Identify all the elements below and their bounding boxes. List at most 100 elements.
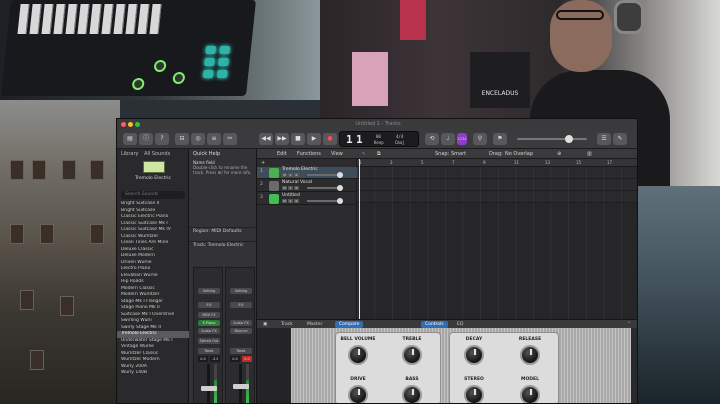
- quick-help-button[interactable]: ?: [155, 133, 169, 145]
- bell-volume-knob[interactable]: [348, 345, 368, 365]
- release-knob[interactable]: [520, 345, 540, 365]
- view-menu[interactable]: View: [331, 151, 343, 157]
- track-section[interactable]: Track: Tremolo Electric: [189, 241, 257, 249]
- poster: [352, 52, 388, 106]
- plugin-sidebar: [257, 328, 291, 403]
- region-section[interactable]: Region: MIDI Defaults: [189, 227, 257, 235]
- mute-button[interactable]: M: [282, 173, 287, 177]
- strip1-eq-button[interactable]: EQ: [198, 302, 220, 308]
- strip2-audio-fx-slot[interactable]: Audio FX: [230, 320, 252, 326]
- solo-button[interactable]: S: [288, 186, 293, 190]
- add-track-button[interactable]: +: [261, 160, 265, 166]
- notepad-button[interactable]: ✎: [613, 133, 627, 145]
- bar-ruler[interactable]: 135791113151719: [357, 159, 637, 167]
- master-volume-slider[interactable]: [517, 138, 587, 140]
- arrange-grid[interactable]: [357, 167, 637, 319]
- library-scope-selector[interactable]: All Sounds: [144, 151, 170, 157]
- model-knob[interactable]: [520, 385, 540, 403]
- track-header[interactable]: 2 Natural Vocal M S R: [257, 180, 357, 192]
- library-button[interactable]: ▤: [123, 133, 137, 145]
- strip1-fader[interactable]: [201, 386, 217, 391]
- pointer-tool-icon[interactable]: ↖: [362, 151, 366, 157]
- record-button[interactable]: ●: [323, 133, 337, 145]
- mute-button[interactable]: M: [282, 199, 287, 203]
- cycle-button[interactable]: ⟲: [425, 133, 439, 145]
- track-name[interactable]: Untitled: [282, 193, 300, 198]
- smart-controls-button[interactable]: ◎: [191, 133, 205, 145]
- play-button[interactable]: ▶: [307, 133, 321, 145]
- synth-key: [77, 4, 90, 34]
- track-name[interactable]: Natural Vocal: [282, 180, 312, 185]
- lcd-beat: 1: [356, 133, 363, 146]
- toolbar-toggle-button[interactable]: ⊟: [175, 133, 189, 145]
- track-header[interactable]: 1 Tremolo Electric M S R: [257, 167, 357, 179]
- master-tab[interactable]: Master: [303, 321, 326, 328]
- track-volume-knob[interactable]: [337, 172, 343, 178]
- strip2-eq-button[interactable]: EQ: [230, 302, 252, 308]
- decay-knob[interactable]: [464, 345, 484, 365]
- synth-key: [65, 4, 78, 34]
- zoom-window-button[interactable]: [135, 122, 140, 127]
- inspector-button[interactable]: ⓘ: [139, 133, 153, 145]
- snap-selector[interactable]: Smart: [451, 151, 466, 157]
- strip2-automation-mode[interactable]: Read: [230, 348, 252, 354]
- record-enable-button[interactable]: R: [294, 199, 299, 203]
- controls-tab[interactable]: Controls: [421, 321, 448, 328]
- mixer-button[interactable]: ≡: [207, 133, 221, 145]
- compare-button[interactable]: Compare: [335, 321, 364, 328]
- track-volume-knob[interactable]: [337, 185, 343, 191]
- record-enable-button[interactable]: R: [294, 173, 299, 177]
- strip1-audio-fx-slot[interactable]: Audio FX: [198, 328, 220, 334]
- strip2-fader[interactable]: [233, 384, 249, 389]
- tuner-button[interactable]: ♩: [441, 133, 455, 145]
- library-header: Library All Sounds: [117, 149, 189, 159]
- key-command-badge[interactable]: 1234: [457, 133, 467, 145]
- bass-knob[interactable]: [402, 385, 422, 403]
- enceladus-poster: ENCELADUS: [470, 52, 530, 108]
- strip2-bounce-button[interactable]: Bounce: [230, 328, 252, 334]
- treble-knob[interactable]: [402, 345, 422, 365]
- catch-playhead-icon[interactable]: ⧉: [377, 151, 381, 157]
- waveform-zoom-icon[interactable]: ▥: [587, 151, 592, 157]
- solo-button[interactable]: S: [288, 173, 293, 177]
- lcd-tempo-sub: Keep: [374, 140, 384, 145]
- editors-button[interactable]: ✂: [223, 133, 237, 145]
- library-search-input[interactable]: Search Sounds: [121, 191, 185, 199]
- drag-selector[interactable]: No Overlap: [505, 151, 533, 157]
- track-volume-knob[interactable]: [337, 198, 343, 204]
- strip1-output[interactable]: Stereo Out: [198, 338, 220, 344]
- rewind-button[interactable]: ◀◀: [259, 133, 273, 145]
- record-enable-button[interactable]: R: [294, 186, 299, 190]
- minimize-window-button[interactable]: [128, 122, 133, 127]
- track-header[interactable]: 3 Untitled M S R: [257, 193, 357, 205]
- zoom-icon[interactable]: ⊕: [557, 151, 561, 157]
- strip1-automation-mode[interactable]: Read: [198, 348, 220, 354]
- strip1-midi-fx-slot[interactable]: MIDI FX: [198, 312, 220, 318]
- functions-menu[interactable]: Functions: [297, 151, 321, 157]
- close-window-button[interactable]: [121, 122, 126, 127]
- edit-menu[interactable]: Edit: [277, 151, 287, 157]
- stereo-knob[interactable]: [464, 385, 484, 403]
- forward-button[interactable]: ▶▶: [275, 133, 289, 145]
- strip2-setting-button[interactable]: Setting: [230, 288, 252, 294]
- drive-knob[interactable]: [348, 385, 368, 403]
- collapse-chevron-icon[interactable]: ⌃: [623, 321, 635, 328]
- mute-button[interactable]: M: [282, 186, 287, 190]
- list-editors-button[interactable]: ☰: [597, 133, 611, 145]
- lcd-display[interactable]: 1 1 80 Keep 4/4 Cmaj: [339, 131, 419, 147]
- eq-tab[interactable]: EQ: [453, 321, 467, 328]
- library-item[interactable]: Wurly 140B: [117, 370, 189, 377]
- playhead[interactable]: [359, 159, 360, 319]
- track-tab[interactable]: Track: [277, 321, 297, 328]
- strip1-setting-button[interactable]: Setting: [198, 288, 220, 294]
- synth-pad: [204, 58, 215, 66]
- synthesizer-keyboard: [0, 0, 257, 96]
- count-in-button[interactable]: ⚑: [493, 133, 507, 145]
- track-name[interactable]: Tremolo Electric: [282, 167, 318, 172]
- smart-controls-close-icon[interactable]: ▣: [259, 321, 271, 328]
- solo-button[interactable]: S: [288, 199, 293, 203]
- strip1-instrument-slot[interactable]: E.Piano: [198, 320, 220, 326]
- stop-button[interactable]: ■: [291, 133, 305, 145]
- metronome-button[interactable]: ⚲: [473, 133, 487, 145]
- master-volume-thumb[interactable]: [565, 135, 573, 143]
